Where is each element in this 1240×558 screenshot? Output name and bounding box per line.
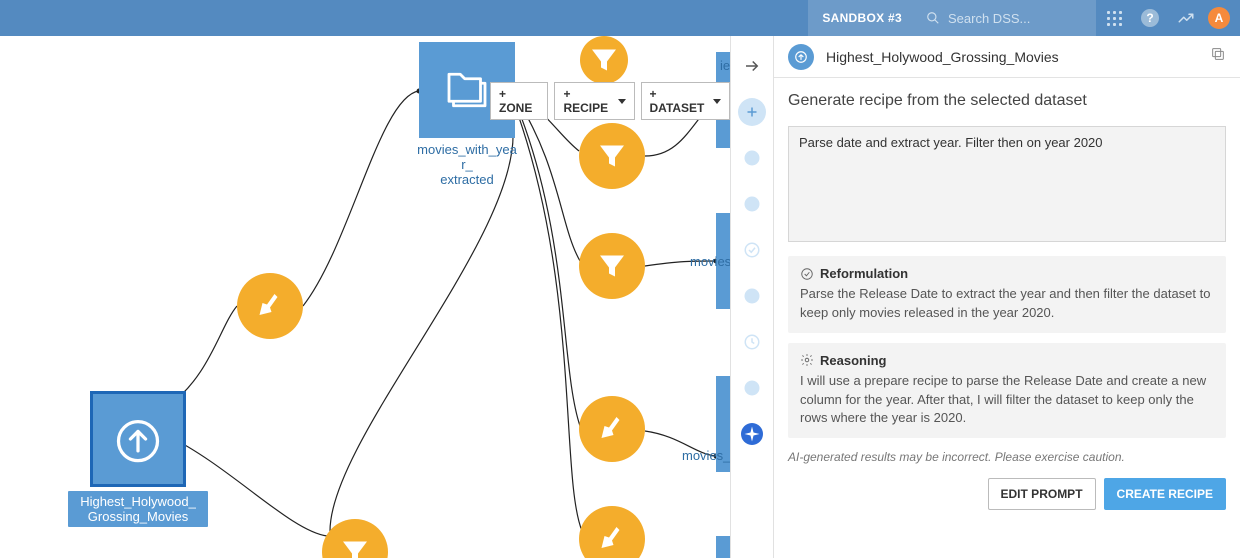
list-icon (743, 195, 761, 213)
panel-heading: Generate recipe from the selected datase… (788, 92, 1226, 110)
reasoning-body: I will use a prepare recipe to parse the… (800, 372, 1214, 429)
rail-add-button[interactable] (738, 98, 766, 126)
recipe-node-filter-2[interactable] (579, 233, 645, 299)
gear-icon (800, 353, 814, 367)
check-circle-icon (800, 267, 814, 281)
rail-schedule-button[interactable] (738, 328, 766, 356)
dataset-label-partial: movies_ja (682, 448, 730, 463)
funnel-icon (594, 138, 630, 174)
check-circle-icon (743, 241, 761, 259)
caret-down-icon (618, 99, 626, 104)
search-input[interactable] (948, 11, 1078, 26)
label: + ZONE (499, 87, 539, 115)
ai-disclaimer: AI-generated results may be incorrect. P… (788, 450, 1226, 464)
apps-grid-icon (1107, 11, 1122, 26)
panel-title: Highest_Holywood_Grossing_Movies (826, 49, 1198, 65)
history-icon (743, 287, 761, 305)
funnel-icon (337, 534, 373, 558)
dataset-node-partial-4[interactable] (716, 536, 730, 558)
trend-icon (1177, 9, 1195, 27)
rail-info-button[interactable] (738, 144, 766, 172)
dataset-node-selected[interactable]: Highest_Holywood_Grossing_Movies (68, 391, 208, 527)
reformulation-body: Parse the Release Date to extract the ye… (800, 285, 1214, 323)
chat-icon (743, 379, 761, 397)
rail-discuss-button[interactable] (738, 374, 766, 402)
label: + RECIPE (563, 87, 613, 115)
recipe-node-prepare-2[interactable] (579, 396, 645, 462)
broom-icon (594, 411, 630, 447)
dataset-label-partial: movies (690, 254, 730, 269)
recipe-node-prepare-1[interactable] (237, 273, 303, 339)
search-icon (926, 11, 940, 25)
add-recipe-button[interactable]: + RECIPE (554, 82, 634, 120)
label: + DATASET (650, 87, 710, 115)
dataset-upload-icon (90, 391, 186, 487)
panel-body: Generate recipe from the selected datase… (774, 78, 1240, 558)
flow-canvas[interactable]: Highest_Holywood_Grossing_Movies movies_… (0, 36, 730, 558)
plus-icon (743, 103, 761, 121)
create-recipe-button[interactable]: CREATE RECIPE (1104, 478, 1226, 510)
clock-icon (743, 333, 761, 351)
panel-actions: EDIT PROMPT CREATE RECIPE (788, 464, 1226, 526)
caret-down-icon (713, 99, 721, 104)
dataset-header-icon (788, 44, 814, 70)
card-title-text: Reformulation (820, 266, 908, 281)
recipe-node-prepare-3[interactable] (579, 506, 645, 558)
panel-header: Highest_Holywood_Grossing_Movies (774, 36, 1240, 78)
arrow-right-icon (743, 57, 761, 75)
sparkle-icon (741, 423, 763, 445)
dataset-label-partial: ies (720, 58, 730, 73)
rail-check-button[interactable] (738, 236, 766, 264)
rail-ai-button[interactable] (738, 420, 766, 448)
help-icon: ? (1141, 9, 1159, 27)
recipe-node-filter-top-half[interactable] (580, 36, 628, 84)
prompt-input[interactable] (788, 126, 1226, 242)
topbar: SANDBOX #3 ? A (0, 0, 1240, 36)
edit-prompt-button[interactable]: EDIT PROMPT (988, 478, 1096, 510)
reformulation-card: Reformulation Parse the Release Date to … (788, 256, 1226, 333)
copy-button[interactable] (1210, 46, 1226, 67)
reasoning-card: Reasoning I will use a prepare recipe to… (788, 343, 1226, 439)
dataset-label: Highest_Holywood_Grossing_Movies (68, 491, 208, 527)
search-wrap[interactable] (916, 0, 1096, 36)
right-panel: Highest_Holywood_Grossing_Movies Generat… (774, 36, 1240, 558)
rail-collapse-button[interactable] (738, 52, 766, 80)
add-dataset-button[interactable]: + DATASET (641, 82, 731, 120)
avatar[interactable]: A (1208, 7, 1230, 29)
add-menu: + ZONE + RECIPE + DATASET (490, 82, 730, 120)
card-title-text: Reasoning (820, 353, 886, 368)
apps-button[interactable] (1096, 0, 1132, 36)
add-zone-button[interactable]: + ZONE (490, 82, 548, 120)
sandbox-label[interactable]: SANDBOX #3 (808, 0, 916, 36)
broom-icon (252, 288, 288, 324)
rail-list-button[interactable] (738, 190, 766, 218)
broom-icon (594, 521, 630, 557)
copy-icon (1210, 46, 1226, 62)
recipe-node-filter-1[interactable] (579, 123, 645, 189)
info-icon (743, 149, 761, 167)
funnel-icon (594, 248, 630, 284)
recipe-node-filter-3[interactable] (322, 519, 388, 558)
rail-history-button[interactable] (738, 282, 766, 310)
activity-button[interactable] (1168, 0, 1204, 36)
funnel-icon (586, 42, 622, 78)
help-button[interactable]: ? (1132, 0, 1168, 36)
dataset-label: movies_with_year_extracted (417, 142, 517, 187)
side-rail (730, 36, 774, 558)
